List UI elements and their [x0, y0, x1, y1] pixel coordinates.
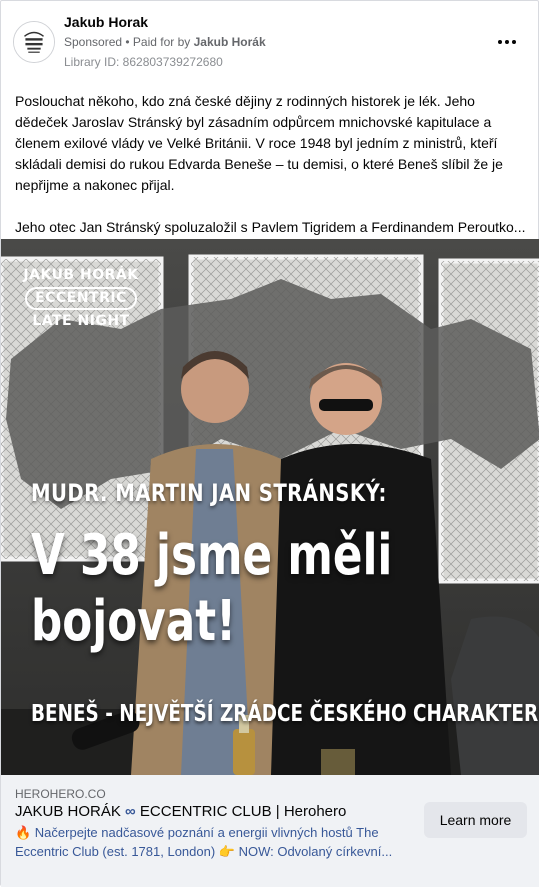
learn-more-button[interactable]: Learn more	[424, 802, 527, 838]
logo-line-3: LATE NIGHT	[32, 313, 130, 329]
paid-for-name: Jakub Horák	[193, 35, 266, 49]
post-header: Jakub Horak Sponsored • Paid for by Jaku…	[1, 1, 539, 81]
post-paragraph-truncated[interactable]: Jeho otec Jan Stránský spoluzaložil s Pa…	[15, 217, 527, 238]
image-subline: BENEŠ - NEJVĚTŠÍ ZRÁDCE ČESKÉHO CHARAKTE…	[31, 701, 539, 727]
sponsored-post-card: Jakub Horak Sponsored • Paid for by Jaku…	[0, 0, 539, 887]
link-description[interactable]: 🔥 Načerpejte nadčasové poznání a energii…	[15, 823, 415, 861]
sponsored-meta: Sponsored • Paid for by Jakub Horák	[64, 35, 266, 49]
avatar-logo-icon	[14, 22, 54, 62]
link-title-part-1: JAKUB HORÁK	[15, 803, 126, 820]
image-headline: V 38 jsme měli bojovat!	[31, 523, 393, 654]
link-domain: HEROHERO.CO	[15, 787, 106, 801]
logo-line-1: JAKUB HORÁK	[23, 267, 139, 283]
link-preview[interactable]: HEROHERO.CO JAKUB HORÁK ∞ ECCENTRIC CLUB…	[1, 775, 539, 887]
paid-for-prefix: • Paid for by	[122, 35, 194, 49]
show-logo: JAKUB HORÁK ECCENTRIC LATE NIGHT	[21, 266, 141, 331]
ad-image[interactable]: JAKUB HORÁK ECCENTRIC LATE NIGHT MUDR. M…	[1, 239, 539, 775]
image-overline: MUDR. MARTIN JAN STRÁNSKÝ:	[31, 479, 387, 507]
post-paragraph: Poslouchat někoho, kdo zná české dějiny …	[15, 93, 503, 193]
link-title-part-2: ECCENTRIC CLUB | Herohero	[135, 803, 347, 820]
page-avatar[interactable]	[13, 21, 55, 63]
link-title[interactable]: JAKUB HORÁK ∞ ECCENTRIC CLUB | Herohero	[15, 803, 346, 820]
sponsored-label[interactable]: Sponsored	[64, 35, 122, 49]
logo-line-2: ECCENTRIC	[25, 287, 137, 310]
more-dot	[512, 40, 516, 44]
more-dots-icon	[498, 40, 502, 44]
library-id: Library ID: 862803739272680	[64, 55, 223, 69]
page-name-link[interactable]: Jakub Horak	[64, 14, 148, 30]
infinity-icon: ∞	[125, 803, 136, 820]
more-options-button[interactable]	[493, 31, 521, 53]
post-body-text: Poslouchat někoho, kdo zná české dějiny …	[15, 91, 527, 238]
more-dot	[505, 40, 509, 44]
